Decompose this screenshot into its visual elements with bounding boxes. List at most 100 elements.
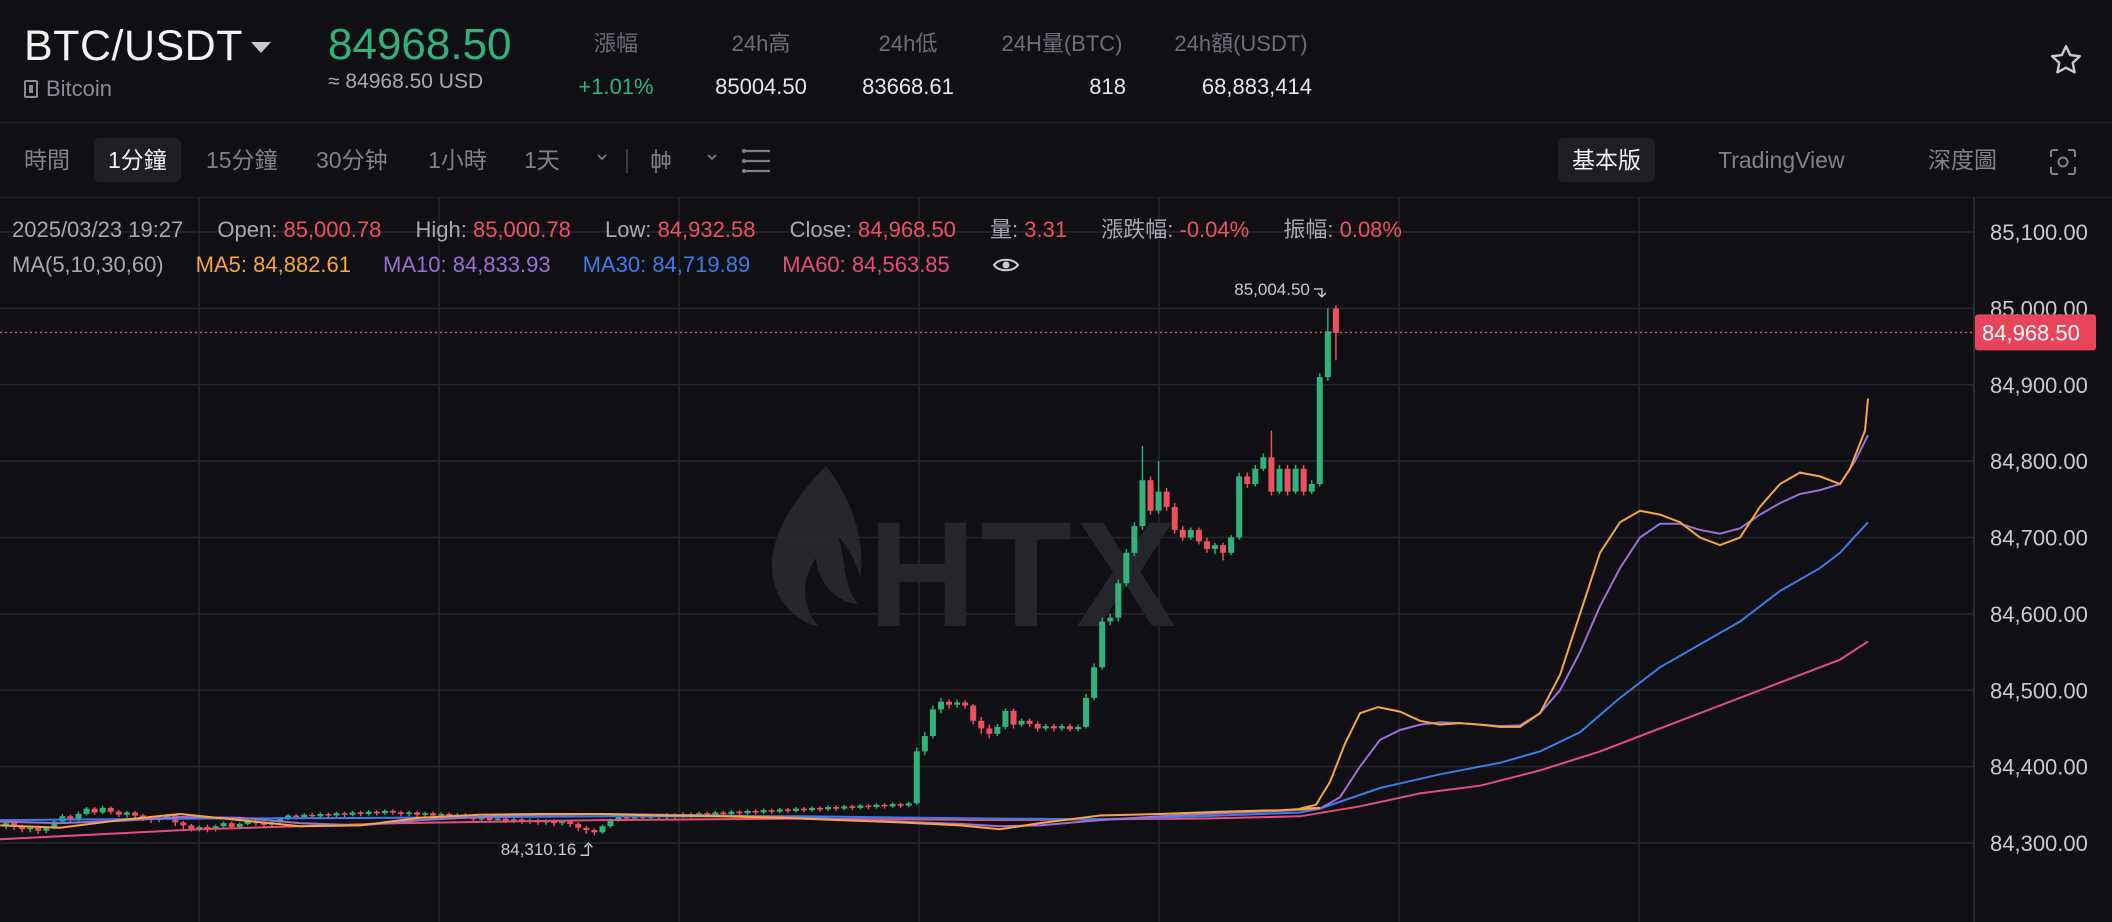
interval-1h[interactable]: 1小時 [414,138,501,182]
candle-down [962,702,969,706]
candle-up [712,812,719,815]
candle-up [873,804,880,808]
candle-up [1083,697,1090,727]
candle-up [1074,726,1081,730]
interval-time[interactable]: 時間 [10,138,84,182]
candle-up [1252,468,1259,485]
candle-down [575,823,582,828]
candle-up [349,812,356,815]
chart-area[interactable]: HTX 85,004.50 84,310.16 85,100.00 85,000.0… [0,198,2112,922]
candle-down [897,804,904,806]
candle-down [107,807,114,812]
candlestick-chart[interactable]: HTX 85,004.5084,310.16 85,100.0085,000.0… [0,198,2112,922]
candle-down [1284,468,1291,492]
candle-up [889,804,896,807]
price-tick-label: 84,900.00 [1990,373,2088,398]
pair-selector[interactable]: BTC/USDT [24,22,271,71]
candle-up [913,751,920,804]
candle-up [1058,726,1065,729]
candle-up [1131,526,1138,553]
candle-up [559,821,566,824]
legend-volume: 3.31 [1024,217,1068,242]
view-basic[interactable]: 基本版 [1558,138,1655,182]
candle-up [1139,480,1146,527]
candle-up [1091,667,1098,698]
candle-up [317,813,324,817]
candle-down [784,809,791,811]
candle-down [1244,476,1251,485]
stat-24h-amount: 24h額(USDT) 68,883,414 [1174,31,1312,99]
candle-down [736,811,743,814]
candle-up [1123,552,1130,584]
high-marker-arrow-icon [1313,288,1327,298]
candle-up [301,814,308,818]
interval-1d[interactable]: 1天 [510,138,574,182]
chevron-down-icon[interactable] [706,151,718,163]
stat-24h-low: 24h低 83668.61 [862,31,954,99]
legend-amplitude: 0.08% [1339,217,1402,242]
candle-down [752,810,759,813]
candle-down [325,813,332,816]
candle-up [792,808,799,811]
interval-1min[interactable]: 1分鐘 [94,138,181,182]
candle-down [35,827,42,831]
candle-up [406,812,412,815]
candle-down [567,821,574,824]
low-marker-arrow-icon [580,842,593,856]
candle-down [946,701,953,705]
candle-down [1163,491,1170,507]
candle-up [381,810,388,814]
candlestick-icon[interactable] [650,147,672,175]
candle-up [994,726,1001,734]
star-icon[interactable] [2048,42,2084,78]
candle-up [1187,529,1194,538]
candle-up [27,827,34,830]
ma60-line [0,640,1869,841]
interval-30min[interactable]: 30分钟 [302,138,402,182]
candle-up [83,808,90,814]
watermark: HTX [771,466,1176,658]
screenshot-icon[interactable] [2048,147,2078,177]
candle-up [954,702,961,705]
ma-title[interactable]: MA(5,10,30,60) [12,252,164,278]
candle-down [1300,468,1307,492]
legend-ma30: MA30: 84,719.89 [582,252,751,277]
price-tick-label: 84,400.00 [1990,755,2088,780]
candle-down [849,806,856,808]
document-icon [24,80,38,98]
legend-open: 85,000.78 [283,217,382,242]
candle-up [1236,476,1243,538]
candle-down [115,811,122,815]
chevron-down-icon[interactable] [596,151,608,163]
candle-up [1018,720,1025,725]
candle-down [768,810,775,812]
indicators-icon[interactable] [740,147,772,175]
watermark-flame-icon [771,466,862,626]
candle-down [228,823,235,827]
candle-down [357,812,364,815]
candle-up [1099,621,1106,668]
candle-up [809,807,815,811]
candle-down [881,804,888,807]
candle-down [309,814,316,817]
candle-down [1147,480,1154,511]
legend-close: 84,968.50 [858,217,956,242]
candle-down [131,812,138,816]
chart-toolbar: 時間 1分鐘 15分鐘 30分钟 1小時 1天 基本版 TradingView … [0,123,2112,198]
price-axis: 85,100.0085,000.0084,900.0084,800.0084,7… [1975,220,2096,856]
candle-down [720,812,727,815]
candle-down [1220,545,1227,553]
candle-down [397,812,404,815]
market-header: BTC/USDT Bitcoin 84968.50 ≈ 84968.50 USD… [0,0,2112,123]
candle-down [1010,710,1017,725]
candle-up [776,809,783,812]
view-tradingview[interactable]: TradingView [1704,138,1859,182]
candle-down [1268,457,1275,492]
eye-icon[interactable] [992,255,1020,275]
legend-change: -0.04% [1179,217,1250,242]
view-depth[interactable]: 深度圖 [1914,138,2011,182]
candle-down [865,805,872,808]
candle-down [180,822,187,826]
interval-15min[interactable]: 15分鐘 [192,138,292,182]
ohlc-legend: 2025/03/23 19:27 Open: 85,000.78 High: 8… [12,217,1402,242]
